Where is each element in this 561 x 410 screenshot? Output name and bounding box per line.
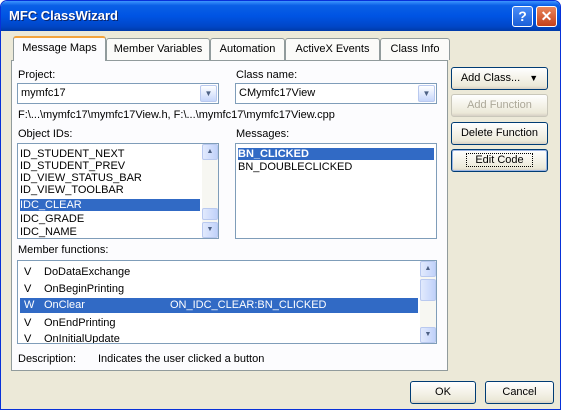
scroll-up-icon[interactable]: ▲: [202, 144, 218, 160]
window-title: MFC ClassWizard: [9, 8, 118, 23]
class-name-value: CMymfc17View: [239, 87, 316, 99]
function-name: DoDataExchange: [44, 266, 131, 278]
function-type: V: [24, 266, 32, 278]
list-item[interactable]: ID_VIEW_TOOLBAR: [20, 184, 124, 196]
messages-list[interactable]: BN_CLICKED BN_DOUBLECLICKED: [235, 143, 437, 239]
edit-code-label: Edit Code: [466, 153, 533, 167]
list-item-selected[interactable]: IDC_CLEAR: [20, 199, 200, 211]
dropdown-arrow-icon[interactable]: ▼: [200, 85, 217, 102]
scroll-thumb[interactable]: [420, 279, 436, 301]
dropdown-arrow-icon[interactable]: ▼: [418, 85, 435, 102]
function-type: V: [24, 283, 32, 295]
classwizard-dialog: MFC ClassWizard ? ✕ Message Maps Member …: [0, 0, 561, 410]
dropdown-arrow-icon: ▼: [529, 73, 539, 83]
help-icon[interactable]: ?: [512, 6, 533, 27]
table-row[interactable]: V OnBeginPrinting: [20, 283, 418, 295]
function-mapping: ON_IDC_CLEAR:BN_CLICKED: [170, 299, 327, 311]
function-type: V: [24, 317, 32, 329]
table-row[interactable]: V DoDataExchange: [20, 266, 418, 278]
description-label: Description:: [18, 353, 77, 365]
add-function-button[interactable]: Add Function: [451, 94, 548, 117]
list-item[interactable]: ID_STUDENT_NEXT: [20, 148, 125, 160]
class-name-label: Class name:: [236, 69, 298, 81]
member-functions-list[interactable]: V DoDataExchange V OnBeginPrinting W OnC…: [17, 260, 437, 344]
edit-code-button[interactable]: Edit Code: [451, 149, 548, 172]
object-ids-label: Object IDs:: [18, 128, 73, 140]
list-item[interactable]: BN_DOUBLECLICKED: [238, 161, 352, 173]
class-name-combo[interactable]: CMymfc17View ▼: [235, 83, 437, 104]
scroll-up-icon[interactable]: ▲: [420, 261, 436, 277]
object-ids-scrollbar[interactable]: ▲ ▼: [202, 144, 218, 238]
messages-label: Messages:: [236, 128, 290, 140]
function-type: V: [24, 333, 32, 344]
scroll-down-icon[interactable]: ▼: [202, 222, 218, 238]
list-item[interactable]: ID_VIEW_STATUS_BAR: [20, 172, 142, 184]
project-label: Project:: [18, 69, 56, 81]
description-text: Indicates the user clicked a button: [98, 353, 265, 365]
tab-member-variables[interactable]: Member Variables: [106, 38, 210, 60]
project-combo[interactable]: mymfc17 ▼: [17, 83, 219, 104]
object-ids-list[interactable]: ID_STUDENT_NEXT ID_STUDENT_PREV ID_VIEW_…: [17, 143, 219, 239]
table-row[interactable]: V OnInitialUpdate: [20, 333, 418, 344]
function-name: OnInitialUpdate: [44, 333, 120, 344]
member-functions-scrollbar[interactable]: ▲ ▼: [420, 261, 436, 343]
table-row-selected[interactable]: W OnClear ON_IDC_CLEAR:BN_CLICKED: [20, 298, 418, 313]
member-functions-label: Member functions:: [18, 244, 109, 256]
function-name: OnBeginPrinting: [44, 283, 125, 295]
tab-automation[interactable]: Automation: [210, 38, 285, 60]
function-type: W: [24, 299, 35, 311]
list-item[interactable]: IDC_GRADE: [20, 213, 84, 225]
title-bar[interactable]: MFC ClassWizard ? ✕: [1, 1, 560, 31]
add-class-button[interactable]: Add Class... ▼: [451, 67, 548, 90]
project-value: mymfc17: [21, 87, 66, 99]
tab-message-maps[interactable]: Message Maps: [13, 36, 106, 61]
delete-function-button[interactable]: Delete Function: [451, 122, 548, 145]
add-class-label: Add Class...: [460, 72, 521, 84]
list-item[interactable]: ID_STUDENT_PREV: [20, 160, 125, 172]
tab-activex-events[interactable]: ActiveX Events: [285, 38, 380, 60]
function-name: OnEndPrinting: [44, 317, 116, 329]
ok-button[interactable]: OK: [410, 381, 476, 404]
function-name: OnClear: [44, 299, 85, 311]
tab-class-info[interactable]: Class Info: [380, 38, 450, 60]
table-row[interactable]: V OnEndPrinting: [20, 317, 418, 329]
list-item[interactable]: IDC_NAME: [20, 226, 77, 238]
scroll-down-icon[interactable]: ▼: [420, 327, 436, 343]
cancel-button[interactable]: Cancel: [485, 381, 554, 404]
file-path-text: F:\...\mymfc17\mymfc17View.h, F:\...\mym…: [18, 109, 335, 121]
scroll-thumb[interactable]: [202, 208, 218, 220]
list-item-selected[interactable]: BN_CLICKED: [238, 148, 434, 160]
close-icon[interactable]: ✕: [536, 6, 557, 27]
